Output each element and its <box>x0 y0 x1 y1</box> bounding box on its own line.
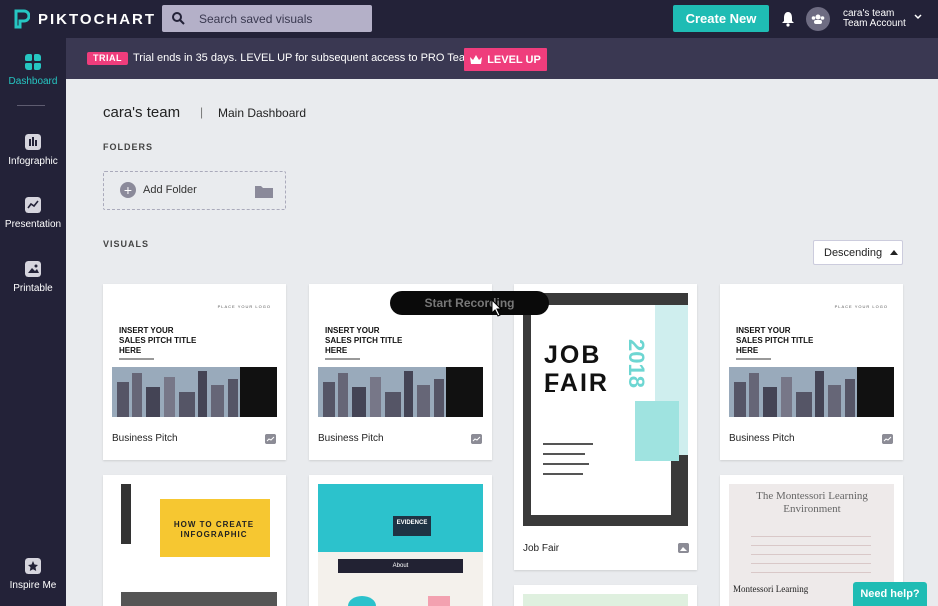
visuals-heading: VISUALS <box>103 239 150 249</box>
trial-message: Trial ends in 35 days. LEVEL UP for subs… <box>133 52 478 64</box>
thumb-title: JOB FAIR <box>544 341 609 397</box>
visual-thumbnail <box>523 594 688 606</box>
sort-dropdown[interactable]: Descending <box>813 240 903 265</box>
pink-box <box>428 596 450 606</box>
placeholder-logo: PLACE YOUR LOGO <box>834 304 888 309</box>
trial-banner: TRIAL Trial ends in 35 days. LEVEL UP fo… <box>66 38 938 79</box>
visual-thumbnail: JOB FAIR 2018 <box>523 293 688 526</box>
thumb-title: INSERT YOUR SALES PITCH TITLE HERE <box>325 326 403 355</box>
app-name: PIKTOCHART <box>38 10 157 28</box>
card-label: Business Pitch <box>318 433 384 444</box>
avatar[interactable] <box>806 7 830 31</box>
sidebar-item-infographic[interactable]: Infographic <box>0 134 66 167</box>
sidebar-item-label: Printable <box>13 283 53 294</box>
presentation-type-icon <box>471 434 482 444</box>
sidebar: Dashboard Infographic Presentation Print… <box>0 38 66 606</box>
thumb-title: HOW TO CREATE INFOGRAPHIC <box>173 520 255 539</box>
breadcrumb-separator: | <box>200 105 204 119</box>
city-photo <box>318 367 483 417</box>
crown-icon <box>470 55 483 64</box>
account-switcher[interactable]: cara's team Team Account <box>843 9 906 29</box>
add-folder-button[interactable]: + Add Folder <box>103 171 286 210</box>
search-input[interactable]: Search saved visuals <box>162 5 372 32</box>
thumb-title: INSERT YOUR SALES PITCH TITLE HERE <box>119 326 197 355</box>
city-photo <box>112 367 277 417</box>
image-icon <box>25 261 41 277</box>
trial-badge: TRIAL <box>87 52 128 65</box>
about-label: About <box>392 563 409 569</box>
start-recording-button[interactable]: Start Recording <box>390 291 549 315</box>
job-fair-poster <box>523 293 688 526</box>
search-icon <box>172 12 185 25</box>
bar-chart-icon <box>25 134 41 150</box>
sidebar-divider <box>17 105 45 106</box>
thumb-title: EVIDENCE <box>393 516 431 536</box>
sidebar-item-inspire-me[interactable]: Inspire Me <box>0 558 66 591</box>
sidebar-item-label: Infographic <box>8 156 58 167</box>
piktochart-logo-icon <box>14 9 30 29</box>
thumb-subtitle-line <box>736 358 771 360</box>
plus-icon: + <box>120 182 136 198</box>
account-type: Team Account <box>843 18 906 29</box>
printable-type-icon <box>678 543 689 553</box>
teal-blob <box>348 596 376 606</box>
visual-card[interactable] <box>514 585 697 606</box>
visual-thumbnail: PLACE YOUR LOGO INSERT YOUR SALES PITCH … <box>112 293 277 417</box>
sidebar-item-label: Inspire Me <box>9 580 57 591</box>
chevron-down-icon[interactable] <box>913 13 923 21</box>
add-folder-label: Add Folder <box>143 184 197 196</box>
page-title: Main Dashboard <box>218 106 307 120</box>
level-up-button[interactable]: LEVEL UP <box>464 48 547 71</box>
top-bar: PIKTOCHART Search saved visuals Create N… <box>0 0 938 38</box>
create-new-button[interactable]: Create New <box>673 5 769 32</box>
sidebar-item-presentation[interactable]: Presentation <box>0 197 66 230</box>
folder-icon <box>255 186 273 198</box>
sort-label: Descending <box>824 246 883 259</box>
about-bar: About <box>338 559 463 573</box>
thumb-year: 2018 <box>624 339 649 388</box>
need-help-button[interactable]: Need help? <box>853 582 927 606</box>
bell-icon[interactable] <box>781 11 795 27</box>
visual-card[interactable]: EVIDENCE About <box>309 475 492 606</box>
thumb-subtitle-line <box>119 358 154 360</box>
thumb-subtitle-line <box>325 358 360 360</box>
team-icon <box>811 14 825 24</box>
search-placeholder: Search saved visuals <box>199 12 313 26</box>
visual-thumbnail: EVIDENCE About <box>318 484 483 606</box>
visual-card[interactable]: JOB FAIR 2018 Job Fair <box>514 284 697 570</box>
visual-thumbnail: PLACE YOUR LOGO INSERT YOUR SALES PITCH … <box>729 293 894 417</box>
card-label: Job Fair <box>523 543 560 554</box>
sidebar-item-label: Presentation <box>4 219 62 230</box>
grid-icon <box>25 54 41 70</box>
card-label: Business Pitch <box>729 433 795 444</box>
gray-footer <box>121 592 277 606</box>
sidebar-item-dashboard[interactable]: Dashboard <box>0 54 66 87</box>
dark-strip <box>121 484 131 544</box>
visual-card[interactable]: PLACE YOUR LOGO INSERT YOUR SALES PITCH … <box>720 284 903 460</box>
sidebar-item-label: Dashboard <box>8 76 58 87</box>
card-label: Business Pitch <box>112 433 178 444</box>
folders-heading: FOLDERS <box>103 142 154 152</box>
app-logo[interactable]: PIKTOCHART <box>14 9 156 29</box>
team-name[interactable]: cara's team <box>103 104 180 121</box>
thumb-title: INSERT YOUR SALES PITCH TITLE HERE <box>736 326 814 355</box>
placeholder-logo: PLACE YOUR LOGO <box>217 304 271 309</box>
star-icon <box>25 558 41 574</box>
visual-thumbnail: HOW TO CREATE INFOGRAPHIC <box>112 484 277 606</box>
caret-up-icon <box>890 250 899 255</box>
thumb-body-lines <box>751 528 871 576</box>
sidebar-item-printable[interactable]: Printable <box>0 261 66 294</box>
thumb-subtitle: Montessori Learning <box>733 584 809 594</box>
presentation-type-icon <box>265 434 276 444</box>
visual-card[interactable]: HOW TO CREATE INFOGRAPHIC <box>103 475 286 606</box>
trend-icon <box>25 197 41 213</box>
mouse-cursor-icon <box>491 299 503 317</box>
thumb-title: The Montessori Learning Environment <box>756 490 868 515</box>
visual-card[interactable]: PLACE YOUR LOGO INSERT YOUR SALES PITCH … <box>103 284 286 460</box>
presentation-type-icon <box>882 434 893 444</box>
level-up-label: LEVEL UP <box>487 53 541 66</box>
city-photo <box>729 367 894 417</box>
